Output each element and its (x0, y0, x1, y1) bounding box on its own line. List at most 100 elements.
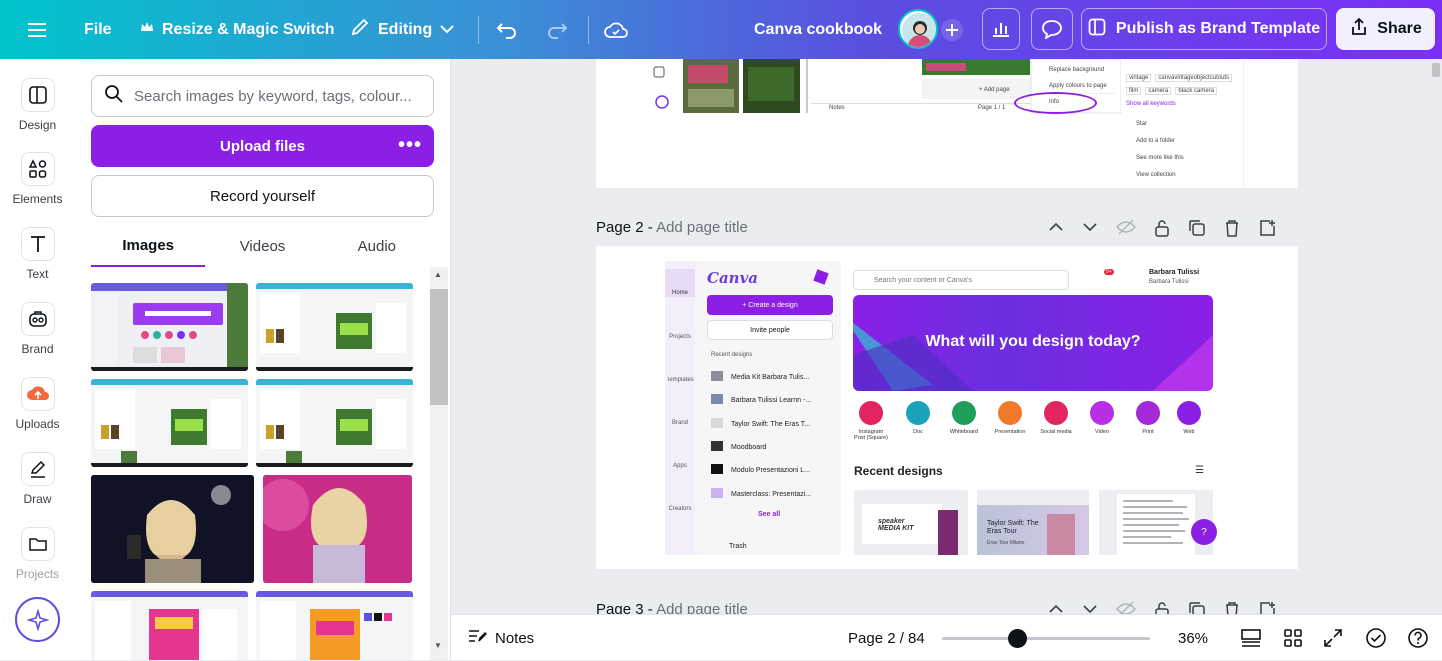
hide-icon[interactable] (1116, 219, 1136, 242)
social-media-icon (1044, 401, 1068, 425)
redo-icon[interactable] (546, 0, 568, 59)
canvas-scroll-thumb[interactable] (1432, 63, 1440, 77)
trash-icon[interactable] (1224, 601, 1240, 614)
scroll-down-icon[interactable]: ▼ (434, 641, 442, 650)
add-collaborator-icon[interactable] (940, 0, 964, 59)
rail-item-uploads[interactable]: Uploads (0, 377, 75, 431)
recent-item: Taylor Swift: The Eras T... (731, 421, 811, 428)
page-2[interactable]: Home Projects Templates Brand Apps Creat… (596, 246, 1298, 569)
page-indicator[interactable]: Page 2 / 84 (848, 615, 925, 661)
menu-item: Replace background (1049, 67, 1105, 73)
publish-brand-template-button[interactable]: Publish as Brand Template (1081, 8, 1327, 50)
search-placeholder: Search images by keyword, tags, colour..… (134, 87, 412, 105)
upload-thumbnail[interactable] (91, 379, 248, 467)
rail-item-draw[interactable]: Draw (0, 452, 75, 506)
avatar[interactable] (898, 9, 938, 49)
zoom-level[interactable]: 36% (1178, 615, 1208, 661)
scroll-up-icon[interactable]: ▲ (434, 270, 442, 279)
tag-list: vintage canvavintageobjectcutouts (1126, 74, 1233, 82)
type-label: Video (1095, 429, 1109, 435)
share-label: Share (1377, 20, 1422, 37)
upload-thumbnail[interactable] (256, 591, 413, 660)
help-icon[interactable] (1407, 615, 1429, 661)
rail-item-design[interactable]: Design (0, 78, 75, 132)
media-tabs: Images Videos Audio (91, 225, 434, 267)
record-yourself-button[interactable]: Record yourself (91, 175, 434, 217)
design-title[interactable]: Canva cookbook (754, 0, 882, 59)
design-type: Web (1177, 401, 1201, 441)
file-menu[interactable]: File (84, 0, 112, 59)
hero-title: What will you design today? (925, 333, 1141, 350)
rail-item-text[interactable]: Text (0, 227, 75, 281)
menu-icon[interactable] (28, 0, 46, 59)
type-label: Instagram Post (Square) (854, 429, 888, 441)
chevron-up-icon[interactable] (1048, 601, 1064, 614)
print-icon (1136, 401, 1160, 425)
search-input[interactable]: Search images by keyword, tags, colour..… (91, 75, 434, 117)
instagram-icon (859, 401, 883, 425)
page-2-actions (1048, 219, 1276, 242)
chevron-down-icon[interactable] (1082, 219, 1098, 242)
zoom-slider[interactable] (942, 629, 1150, 648)
check-icon[interactable] (1365, 615, 1387, 661)
magic-sparkle-icon[interactable] (15, 597, 60, 642)
recent-item: Media Kit Barbara Tulis... (731, 374, 810, 381)
zoom-slider-thumb[interactable] (1007, 629, 1027, 648)
menu-item: Info (1049, 99, 1060, 105)
more-options-icon[interactable]: ••• (398, 134, 422, 157)
rail-item-brand[interactable]: Brand (0, 302, 75, 356)
trash-icon[interactable] (1224, 219, 1240, 242)
page-1[interactable]: Replace background Apply colours to page… (596, 59, 1298, 188)
hide-icon[interactable] (1116, 601, 1136, 614)
nav-label: Templates (666, 377, 694, 383)
rail-item-elements[interactable]: Elements (0, 152, 75, 206)
recent-item: Barbara Tulissi Learnn -... (731, 397, 812, 404)
upload-files-button[interactable]: Upload files ••• (91, 125, 434, 167)
upload-thumbnail[interactable] (256, 379, 413, 467)
list-view-icon: ☰ (1195, 465, 1204, 476)
panel-scroll-thumb[interactable] (430, 289, 448, 405)
recent-item: Masterclass: Presentazi... (731, 491, 812, 498)
resize-magic-switch-button[interactable]: Resize & Magic Switch (140, 0, 335, 59)
lock-icon[interactable] (1154, 601, 1170, 614)
duplicate-icon[interactable] (1188, 219, 1206, 242)
rail-label: Uploads (15, 417, 60, 431)
rail-label: Projects (15, 567, 60, 581)
undo-icon[interactable] (496, 0, 518, 59)
tag: film (1126, 87, 1142, 95)
fullscreen-icon[interactable] (1323, 615, 1343, 661)
tab-images[interactable]: Images (91, 225, 206, 267)
add-page-icon[interactable] (1258, 601, 1276, 614)
chevron-up-icon[interactable] (1048, 219, 1064, 242)
cloud-saved-icon[interactable] (604, 0, 628, 59)
page-2-title[interactable]: Page 2 - Add page title (596, 219, 748, 236)
menu-item: Apply colours to page (1049, 83, 1107, 89)
page-3-title[interactable]: Page 3 - Add page title (596, 601, 748, 614)
add-page-icon[interactable] (1258, 219, 1276, 242)
insights-icon[interactable] (982, 8, 1020, 50)
editor-canvas: Replace background Apply colours to page… (451, 59, 1442, 614)
grid-view-icon[interactable] (1240, 615, 1262, 661)
share-button[interactable]: Share (1336, 8, 1435, 50)
upload-thumbnail[interactable] (256, 283, 413, 371)
duplicate-icon[interactable] (1188, 601, 1206, 614)
tab-videos[interactable]: Videos (205, 225, 319, 267)
nav-label: Projects (669, 334, 691, 340)
photo-thumbnail[interactable] (91, 475, 254, 583)
notes-button[interactable]: Notes (467, 615, 534, 661)
tab-audio[interactable]: Audio (320, 225, 434, 267)
card-photo (1047, 514, 1075, 555)
comment-icon[interactable] (1031, 8, 1073, 50)
card-photo (938, 510, 958, 555)
thumbnails-icon[interactable] (1283, 615, 1303, 661)
rail-item-projects[interactable]: Projects (0, 527, 75, 581)
upload-thumbnail[interactable] (91, 591, 248, 660)
user-team: Barbara Tulissi (1149, 279, 1189, 285)
lock-icon[interactable] (1154, 219, 1170, 242)
card-title: Taylor Swift: The Eras Tour (987, 520, 1039, 535)
type-label: Social media (1040, 429, 1072, 435)
editing-mode-dropdown[interactable]: Editing (350, 0, 454, 59)
chevron-down-icon[interactable] (1082, 601, 1098, 614)
upload-thumbnail[interactable] (91, 283, 248, 371)
photo-thumbnail[interactable] (263, 475, 412, 583)
